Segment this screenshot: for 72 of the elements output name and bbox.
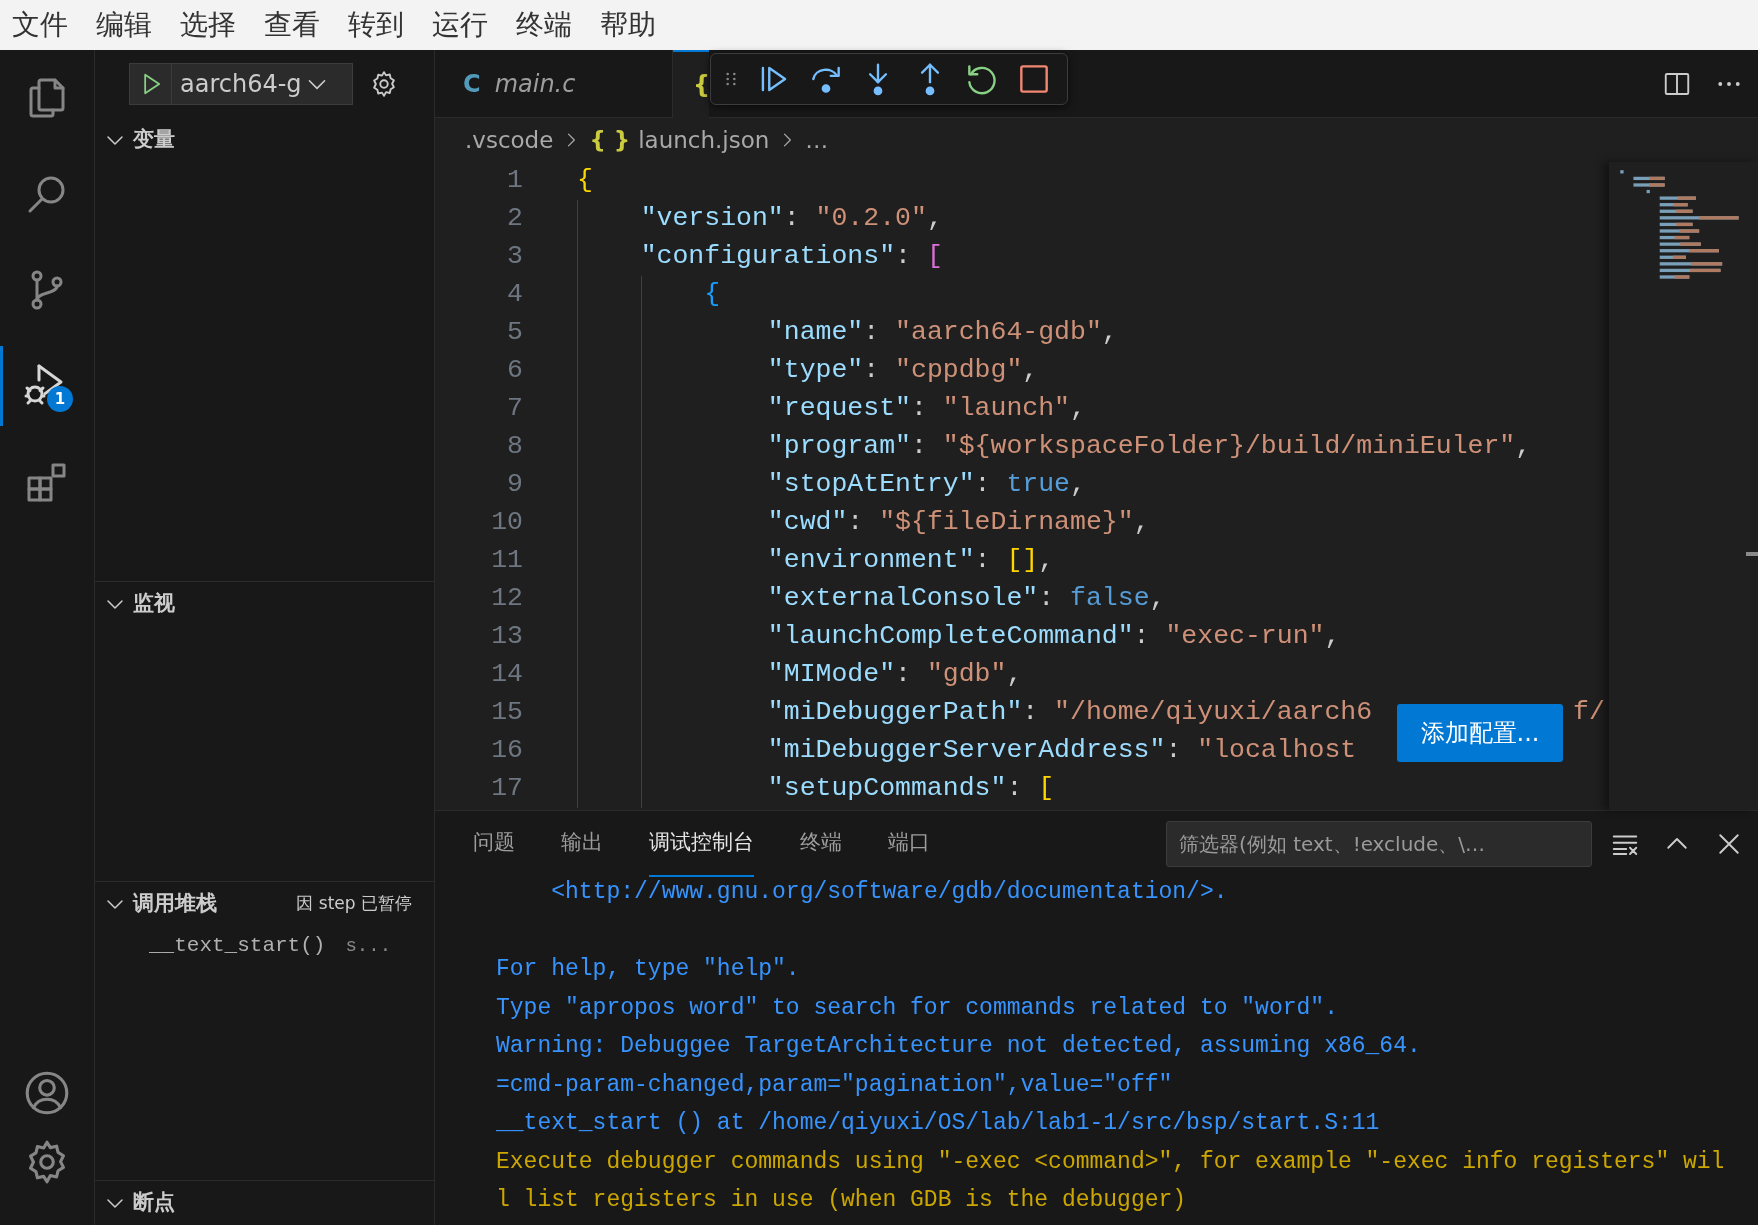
section-header[interactable]: 监视 (133, 588, 175, 620)
breadcrumb-item[interactable]: .vscode (465, 122, 554, 158)
menu-item[interactable]: 文件 (12, 4, 68, 46)
paused-status: 因 step 已暂停 (296, 892, 413, 916)
console-line: =cmd-param-changed,param="pagination",value="off" (496, 1070, 1174, 1100)
line-number: 13 (490, 620, 523, 654)
line-number: 1 (506, 164, 523, 198)
code-line: "stopAtEntry": true, (766, 468, 1086, 502)
menu-item[interactable]: 终端 (516, 4, 572, 46)
console-line: Type "apropos word" to search for commands related to "word". (496, 993, 1339, 1023)
code-line: "program": "${workspaceFolder}/build/miniEuler", (766, 430, 1532, 464)
line-number: 15 (490, 696, 523, 730)
console-line: Execute debugger commands using "-exec <command>", for example "-exec info registers" will list registers in use (when GDB is the debugger) (496, 1147, 1725, 1215)
section-header[interactable]: 变量 (133, 124, 175, 156)
line-number: 2 (506, 202, 523, 236)
code-line: { (577, 164, 593, 198)
panel-tab[interactable]: 问题 (473, 811, 515, 877)
section-header[interactable]: 断点 (133, 1187, 175, 1219)
line-number: 14 (490, 658, 523, 692)
add-configuration-button[interactable]: 添加配置... (1397, 704, 1563, 762)
editor-tab[interactable]: { (673, 50, 709, 118)
scrollbar-thumb[interactable] (1746, 552, 1758, 556)
code-line: { (703, 278, 721, 312)
line-number: 5 (506, 316, 523, 350)
line-number: 8 (506, 430, 523, 464)
console-line: For help, type "help". (496, 955, 801, 984)
line-number: 11 (490, 544, 523, 578)
menu-item[interactable]: 转到 (348, 4, 404, 46)
json-icon: { } (589, 122, 631, 158)
section-header[interactable]: 调用堆栈 (133, 888, 217, 920)
console-line: __text_start () at /home/qiyuxi/OS/lab/lab1-1/src/bsp/start.S:11 (496, 1109, 1381, 1138)
code-line: "configurations": [ (639, 240, 943, 274)
breadcrumb-item[interactable]: launch.json (638, 122, 770, 158)
notification-badge: 1 (47, 386, 73, 412)
code-line: "request": "launch", (766, 392, 1086, 426)
line-number: 17 (490, 772, 523, 806)
code-fragment: f/ (1573, 696, 1605, 730)
line-number: 16 (490, 734, 523, 768)
panel-tab[interactable]: 端口 (888, 811, 930, 877)
line-number: 10 (490, 506, 523, 540)
code-line: "miDebuggerServerAddress": "localhost (766, 734, 1357, 768)
line-number: 7 (506, 392, 523, 426)
code-line: "MIMode": "gdb", (766, 658, 1023, 692)
menu-item[interactable]: 帮助 (600, 4, 656, 46)
line-number: 4 (506, 278, 523, 312)
line-number: 9 (506, 468, 523, 502)
frame-source: s... (345, 933, 392, 959)
code-line: "version": "0.2.0", (639, 202, 943, 236)
menu-item[interactable]: 选择 (180, 4, 236, 46)
panel-tab[interactable]: 调试控制台 (649, 811, 754, 877)
menu-item[interactable]: 查看 (264, 4, 320, 46)
code-line: "launchCompleteCommand": "exec-run", (766, 620, 1341, 654)
console-line: Warning: Debuggee TargetArchitecture not detected, assuming x86_64. (496, 1032, 1422, 1061)
menu-item[interactable]: 编辑 (96, 4, 152, 46)
code-line: "environment": [], (766, 544, 1055, 578)
editor-tab[interactable]: C main.c (435, 50, 673, 118)
filter-field[interactable]: 筛选器(例如 text、!exclude、\… (1166, 821, 1592, 867)
panel-tab[interactable]: 输出 (561, 811, 603, 877)
code-line: "setupCommands": [ (766, 772, 1055, 806)
code-line: "cwd": "${fileDirname}", (766, 506, 1150, 540)
panel-tab[interactable]: 终端 (800, 811, 842, 877)
code-line: "externalConsole": false, (766, 582, 1166, 616)
stack-frame[interactable]: __text_start() (149, 930, 326, 962)
code-line: "type": "cppdbg", (766, 354, 1039, 388)
code-line: "miDebuggerPath": "/home/qiyuxi/aarch6 (766, 696, 1373, 730)
console-line: <http://www.gnu.org/software/gdb/documentation/>. (550, 878, 1229, 907)
breadcrumb-item[interactable]: … (805, 122, 829, 158)
line-number: 6 (506, 354, 523, 388)
line-number: 12 (490, 582, 523, 616)
menu-item[interactable]: 运行 (432, 4, 488, 46)
code-line: "name": "aarch64-gdb", (766, 316, 1118, 350)
line-number: 3 (506, 240, 523, 274)
